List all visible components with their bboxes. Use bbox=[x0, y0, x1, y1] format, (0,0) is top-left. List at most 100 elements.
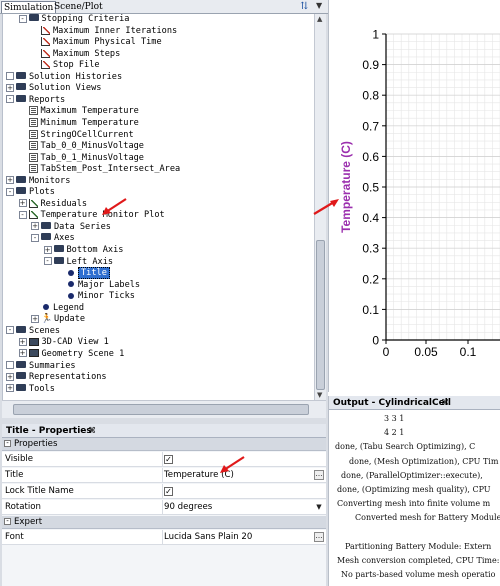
scroll-down-icon[interactable]: ▼ bbox=[317, 391, 322, 399]
tree-item[interactable]: StringOCellCurrent bbox=[19, 129, 134, 142]
tree-item[interactable]: Stop File bbox=[31, 60, 100, 72]
expert-group-header[interactable]: - Expert bbox=[2, 516, 326, 529]
expand-icon[interactable]: + bbox=[43, 245, 52, 254]
tree-item[interactable]: +3D-CAD View 1 bbox=[18, 337, 109, 349]
tree-horizontal-scrollbar[interactable] bbox=[2, 400, 326, 418]
close-icon[interactable]: ⌘ bbox=[88, 424, 96, 438]
scrollbar-thumb[interactable] bbox=[316, 240, 325, 390]
collapse-icon[interactable]: - bbox=[18, 14, 27, 23]
tree-item[interactable]: + Monitors bbox=[6, 175, 70, 188]
tree-item[interactable]: Summaries bbox=[6, 360, 76, 373]
tree-item[interactable]: TabStem_Post_Intersect_Area bbox=[19, 164, 180, 176]
dot-icon bbox=[68, 292, 74, 299]
expand-icon[interactable]: + bbox=[6, 176, 14, 185]
tree-item[interactable]: Maximum Steps bbox=[31, 48, 121, 61]
folder-icon bbox=[16, 372, 26, 380]
tab-scene-plot[interactable]: Scene/Plot bbox=[52, 1, 105, 13]
tree-item-label: Plots bbox=[29, 187, 55, 198]
tree-item[interactable]: Maximum Inner Iterations bbox=[31, 25, 177, 38]
collapse-icon[interactable]: - bbox=[6, 187, 14, 196]
tree-item[interactable]: + Geometry Scene 1 bbox=[18, 348, 125, 361]
chart-canvas: 00.10.20.30.40.50.60.70.80.9100.050.10.T… bbox=[339, 28, 500, 359]
collapse-icon[interactable]: - bbox=[6, 95, 14, 104]
tree-view-icon[interactable]: ⇅ bbox=[300, 1, 308, 12]
tree-item[interactable]: Solution Histories bbox=[6, 71, 122, 84]
log-line: done, (Tabu Search Optimizing), C bbox=[335, 442, 476, 452]
scroll-up-icon[interactable]: ▲ bbox=[317, 15, 322, 23]
tree-item[interactable]: Tab_0_0_MinusVoltage bbox=[19, 141, 144, 153]
chevron-down-icon[interactable]: ▼ bbox=[314, 502, 324, 512]
edit-title-button[interactable]: … bbox=[314, 470, 324, 480]
collapse-icon[interactable]: - bbox=[31, 233, 39, 242]
tree-item[interactable]: - Temperature Monitor Plot bbox=[18, 210, 165, 222]
collapse-icon[interactable]: - bbox=[4, 518, 11, 525]
log-line: Converted mesh for Battery Module bbox=[355, 513, 500, 523]
properties-title: Title - Properties bbox=[6, 426, 92, 436]
tree-item[interactable]: + Tools bbox=[6, 383, 55, 396]
tree-item-label: Major Labels bbox=[78, 279, 141, 290]
tree-item[interactable]: - Stopping Criteria bbox=[18, 14, 129, 26]
expand-icon[interactable]: + bbox=[18, 349, 27, 358]
chevron-down-icon[interactable]: ▼ bbox=[316, 1, 322, 10]
tree-item[interactable]: + Data Series bbox=[31, 221, 111, 234]
tree-item[interactable]: Minimum Temperature bbox=[19, 117, 139, 130]
tree-item[interactable]: Title bbox=[56, 267, 110, 280]
tree-item[interactable]: Legend bbox=[31, 303, 84, 315]
expand-icon[interactable]: + bbox=[18, 337, 27, 346]
tree-item[interactable]: + Representations bbox=[6, 372, 107, 384]
tree-item[interactable]: - Axes bbox=[31, 233, 75, 245]
tree-item-label: Geometry Scene 1 bbox=[41, 348, 125, 359]
tree-item-label: Maximum Steps bbox=[53, 48, 121, 59]
lock-title-checkbox[interactable]: ✓ bbox=[164, 487, 173, 496]
x-tick-label: 0 bbox=[383, 345, 390, 359]
properties-group-header[interactable]: - Properties bbox=[2, 438, 326, 451]
tree-item[interactable]: Maximum Physical Time bbox=[31, 37, 162, 49]
tree-item-label: Minimum Temperature bbox=[40, 117, 139, 128]
expand-icon[interactable]: + bbox=[31, 222, 39, 231]
tree-item[interactable]: + 🏃 Update bbox=[31, 314, 85, 326]
rotation-select[interactable]: 90 degrees bbox=[164, 500, 314, 515]
tree-item-label: Bottom Axis bbox=[66, 245, 124, 255]
y-tick-label: 0.1 bbox=[362, 303, 379, 317]
folder-icon bbox=[28, 14, 39, 21]
tree-item-label: Scenes bbox=[29, 325, 61, 336]
tree-item[interactable]: Minor Ticks bbox=[56, 291, 135, 303]
tree-item-label: Maximum Physical Time bbox=[53, 37, 162, 48]
y-tick-label: 0.5 bbox=[362, 181, 379, 195]
temperature-monitor-plot[interactable]: 00.10.20.30.40.50.60.70.80.9100.050.10.T… bbox=[328, 0, 500, 392]
group-label: Properties bbox=[14, 439, 58, 449]
output-panel: Output - CylindricalCell ⌘ 3 3 1 4 2 1 don… bbox=[328, 396, 500, 586]
property-name: Font bbox=[5, 532, 24, 542]
expand-icon[interactable] bbox=[6, 72, 14, 81]
expand-icon[interactable]: + bbox=[18, 199, 27, 208]
expand-icon[interactable]: + bbox=[6, 372, 14, 381]
tree-item[interactable]: Major Labels bbox=[56, 280, 140, 292]
collapse-icon[interactable]: - bbox=[18, 210, 27, 219]
close-icon[interactable]: ⌘ bbox=[441, 396, 449, 410]
font-value-field[interactable]: Lucida Sans Plain 20 bbox=[164, 530, 314, 545]
dot-icon bbox=[68, 281, 74, 288]
tree-item[interactable]: - Plots bbox=[6, 187, 55, 199]
tree-item[interactable]: + Bottom Axis bbox=[43, 245, 124, 257]
log-line: 4 2 1 bbox=[384, 428, 405, 438]
tree-item[interactable]: - Reports bbox=[6, 94, 65, 107]
tree-item[interactable]: Maximum Temperature bbox=[19, 106, 139, 118]
scrollbar-thumb[interactable] bbox=[13, 404, 309, 415]
navigator-tabbar: Simulation Scene/Plot ⇅ ▼ bbox=[0, 0, 328, 14]
tab-simulation[interactable]: Simulation bbox=[1, 1, 57, 13]
expand-icon[interactable]: + bbox=[6, 83, 14, 92]
visible-checkbox[interactable]: ✓ bbox=[164, 455, 173, 464]
tree-item[interactable]: + Residuals bbox=[18, 198, 87, 211]
collapse-icon[interactable]: - bbox=[6, 326, 14, 335]
expand-icon[interactable] bbox=[6, 361, 14, 369]
expand-icon[interactable]: + bbox=[31, 314, 39, 323]
tree-item[interactable]: + Solution Views bbox=[6, 83, 101, 95]
collapse-icon[interactable]: - bbox=[4, 440, 11, 447]
tree-item[interactable]: - Scenes bbox=[6, 325, 61, 338]
log-line: Partitioning Battery Module: Extern bbox=[345, 541, 492, 551]
collapse-icon[interactable]: - bbox=[43, 257, 52, 266]
tree-item-label: Solution Views bbox=[29, 83, 102, 94]
tree-item[interactable]: Tab_0_1_MinusVoltage bbox=[19, 152, 144, 165]
expand-icon[interactable]: + bbox=[6, 384, 14, 393]
edit-font-button[interactable]: … bbox=[314, 532, 324, 542]
